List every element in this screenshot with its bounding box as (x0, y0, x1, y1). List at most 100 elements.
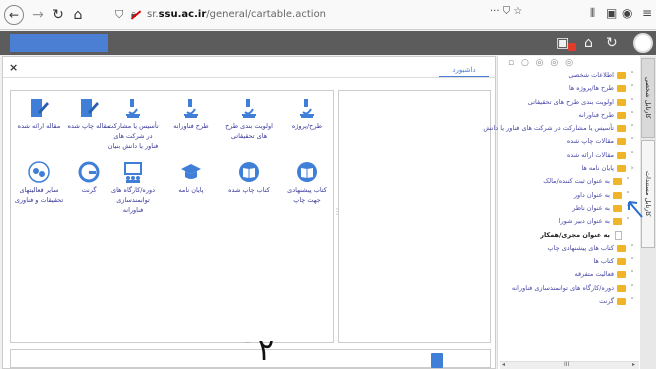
sidebar-item[interactable]: ˅ مقالات ارائه شده (494, 149, 636, 162)
grid-item-label: مقاله ارائه شده (17, 122, 61, 130)
forward-icon[interactable]: → (28, 5, 48, 25)
grid-item-research-priority[interactable]: اولویت بندی طرح های تحقیقاتی (223, 97, 275, 141)
sidebar-item[interactable]: ˅ دوره/کارگاه های توانمندسازی فناورانه (494, 282, 636, 295)
folder-icon (617, 138, 626, 146)
chevron-down-icon[interactable]: ˅ (628, 122, 636, 135)
sidebar-item[interactable]: ‹ پایان نامه ها (494, 162, 636, 175)
microscope-icon (126, 99, 140, 118)
chevron-down-icon[interactable]: ˅ (628, 135, 636, 148)
account-icon[interactable]: ◉ (622, 6, 632, 20)
sidebar-item[interactable]: ˅ به عنوان داور (494, 189, 636, 202)
menu-icon[interactable]: ≡ (642, 6, 652, 20)
star-icon[interactable]: ☆ (513, 6, 522, 17)
grant-icon (78, 161, 100, 183)
sidebar-item[interactable]: ˅ فعالیت متفرقه (494, 268, 636, 281)
chevron-down-icon[interactable]: ˅ (628, 96, 636, 109)
close-icon[interactable]: × (9, 61, 18, 74)
book-icon (239, 162, 259, 182)
folder-icon (617, 111, 626, 119)
horizontal-scrollbar[interactable]: ◂ III ▸ (500, 361, 639, 369)
grid-item-proposed-book[interactable]: کتاب پیشنهادی جهت چاپ (281, 161, 333, 205)
sidebar-item[interactable]: ˅ طرح ها/پروژه ها (494, 82, 636, 95)
grid-item-label: اولویت بندی طرح های تحقیقاتی (225, 122, 273, 140)
library-icon[interactable]: ⫴ (590, 6, 595, 21)
chevron-down-icon[interactable]: ˅ (628, 255, 636, 268)
chevron-down-icon[interactable]: ˅ (628, 149, 636, 162)
grid-item-tech-plan[interactable]: طرح فناورانه (165, 97, 217, 131)
sidebar-item[interactable]: به عنوان مجری/همکار (494, 229, 636, 242)
resize-handle-horizontal[interactable]: ··· (245, 340, 251, 347)
graduation-cap-icon (181, 164, 201, 179)
home-icon[interactable]: ⌂ (584, 34, 593, 52)
reload-icon[interactable]: ↻ (48, 5, 68, 25)
scroll-thumb[interactable]: III (564, 361, 569, 368)
sidebar-item[interactable]: ˅ کتاب ها (494, 255, 636, 268)
sidebar-item-label: پایان نامه ها (581, 164, 614, 173)
chevron-left-icon[interactable]: ‹ (628, 162, 636, 175)
folder-icon (617, 72, 626, 79)
grid-item-project[interactable]: طرح/پروژه (281, 97, 333, 131)
sidebar-item-label: گرنت (599, 297, 614, 306)
sidebar-item-label: به عنوان دبیر شورا (558, 217, 610, 226)
folder-icon (617, 244, 626, 252)
sidebar-item[interactable]: ˅ گرنت (494, 295, 636, 308)
shield-icon[interactable]: ⛉ (115, 4, 123, 26)
grid-item-presented-paper[interactable]: مقاله ارائه شده (13, 97, 65, 131)
grid-item-grant[interactable]: گرنت (63, 161, 115, 195)
chevron-down-icon[interactable]: ˅ (628, 242, 636, 255)
sidebar-item-label: به عنوان ناظر (572, 203, 610, 212)
dashboard-bottom-panel (10, 349, 491, 368)
sidebar-item-label: اطلاعات شخصی (568, 71, 614, 79)
folder-icon (613, 178, 622, 186)
avatar[interactable] (633, 33, 653, 53)
chevron-down-icon[interactable]: ˅ (628, 82, 636, 95)
folder-icon (617, 165, 626, 173)
grid-item-published-book[interactable]: کتاب چاپ شده (223, 161, 275, 195)
grid-item-thesis[interactable]: پایان نامه (165, 161, 217, 195)
tab-personal-cartable[interactable]: کارتابل شخصی (641, 58, 655, 138)
sidebar-item[interactable]: ˅ طرح فناورانه (494, 109, 636, 122)
sidebar-item[interactable]: ˅ به عنوان ثبت کننده/مالک (494, 175, 636, 188)
sidebar-toolbar[interactable]: ▫ ○ ◎ ◎ ◎ (508, 58, 575, 68)
chevron-down-icon[interactable]: ˅ (628, 69, 636, 82)
sidebar-icon[interactable]: ▣ (606, 6, 617, 20)
sidebar-item[interactable]: ˅ کتاب های پیشنهادی چاپ (494, 242, 636, 255)
chevron-down-icon[interactable]: ˅ (628, 109, 636, 122)
refresh-icon[interactable]: ↻ (606, 34, 618, 52)
bookmark-icon[interactable]: ⛉ (503, 6, 511, 17)
microscope-icon (300, 99, 314, 118)
folder-icon (617, 98, 626, 106)
url-actions: ··· ⛉ ☆ (490, 6, 522, 17)
sidebar-item[interactable]: ˅ به عنوان دبیر شورا (494, 215, 636, 228)
tab-dashboard[interactable]: داشبورد (439, 63, 489, 78)
lock-icon[interactable]: 🔒︎ (131, 4, 136, 26)
browser-toolbar: ← → ↻ ⌂ ⛉ 🔒︎ sr.ssu.ac.ir/general/cartab… (0, 0, 656, 30)
chevron-down-icon[interactable]: ˅ (628, 268, 636, 281)
grid-item-other-activities[interactable]: سایر فعالیتهای تحقیقات و فناوری (13, 161, 65, 205)
grid-item-published-paper[interactable]: مقاله چاپ شده (63, 97, 115, 131)
sidebar-item[interactable]: ˅ اولویت بندی طرح های تحقیقاتی (494, 96, 636, 109)
scroll-right-icon[interactable]: ▸ (632, 361, 635, 368)
sidebar-item[interactable]: ˅ به عنوان ناظر (494, 202, 636, 215)
tab-documents-cartable[interactable]: کارتابل مستندات (641, 140, 655, 248)
scroll-left-icon[interactable]: ◂ (502, 361, 505, 368)
sidebar-item-label: طرح ها/پروژه ها (568, 84, 614, 93)
back-icon[interactable]: ← (4, 5, 24, 25)
url-text: sr.ssu.ac.ir/general/cartable.action (147, 4, 326, 26)
url-bar[interactable]: ⛉ 🔒︎ sr.ssu.ac.ir/general/cartable.actio… (115, 4, 545, 26)
folder-icon (617, 271, 626, 279)
more-icon[interactable]: ··· (490, 6, 500, 17)
chevron-down-icon[interactable]: ˅ (624, 175, 632, 188)
home-icon[interactable]: ⌂ (68, 5, 88, 25)
sidebar-item-label: به عنوان مجری/همکار (540, 230, 610, 239)
sidebar-item[interactable]: ˅ اطلاعات شخصی (494, 69, 636, 82)
chevron-down-icon[interactable]: ˅ (628, 282, 636, 295)
folder-icon (617, 298, 626, 306)
sidebar-item-label: تأسیس یا مشارکت در شرکت های فناور یا دان… (483, 124, 614, 133)
sidebar-item-label: طرح فناورانه (578, 110, 614, 119)
sidebar-item[interactable]: ˅ تأسیس یا مشارکت در شرکت های فناور یا دا… (483, 122, 636, 135)
folder-icon (617, 284, 626, 292)
sidebar-item[interactable]: ˅ مقالات چاپ شده (494, 135, 636, 148)
sidebar-item-label: مقالات چاپ شده (566, 137, 614, 146)
chevron-down-icon[interactable]: ˅ (628, 295, 636, 308)
